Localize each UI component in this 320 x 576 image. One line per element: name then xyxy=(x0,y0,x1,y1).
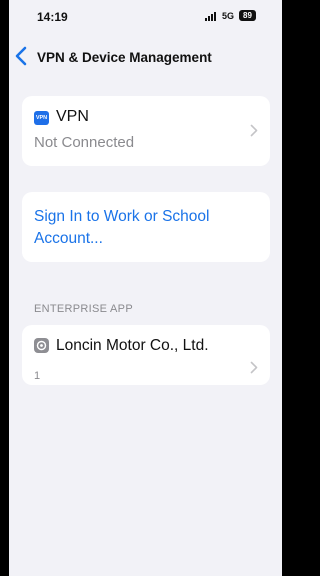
status-time: 14:19 xyxy=(37,10,68,24)
sign-in-row[interactable]: Sign In to Work or School Account... xyxy=(22,192,270,262)
status-bar: 14:19 5G 89 xyxy=(9,0,282,34)
screen: 14:19 5G 89 VPN & Device Management VPN … xyxy=(9,0,282,576)
app-name: Loncin Motor Co., Ltd. xyxy=(56,337,209,354)
vpn-label: VPN xyxy=(56,108,89,125)
enterprise-app-row[interactable]: Loncin Motor Co., Ltd. 1 xyxy=(22,325,270,385)
network-label: 5G xyxy=(222,11,235,21)
vpn-row[interactable]: VPN VPN Not Connected xyxy=(22,96,270,166)
section-header-enterprise: ENTERPRISE APP xyxy=(34,303,133,315)
chevron-right-icon xyxy=(250,124,258,137)
app-count: 1 xyxy=(34,370,41,382)
chevron-left-icon[interactable] xyxy=(15,46,27,66)
vpn-icon: VPN xyxy=(34,111,49,125)
nav-bar: VPN & Device Management xyxy=(9,34,282,78)
signal-icon xyxy=(205,12,219,21)
sign-in-link[interactable]: Sign In to Work or School Account... xyxy=(34,206,234,250)
chevron-right-icon xyxy=(250,361,258,374)
vpn-status: Not Connected xyxy=(34,134,135,151)
page-title: VPN & Device Management xyxy=(37,50,212,65)
battery-icon: 89 xyxy=(239,10,256,21)
